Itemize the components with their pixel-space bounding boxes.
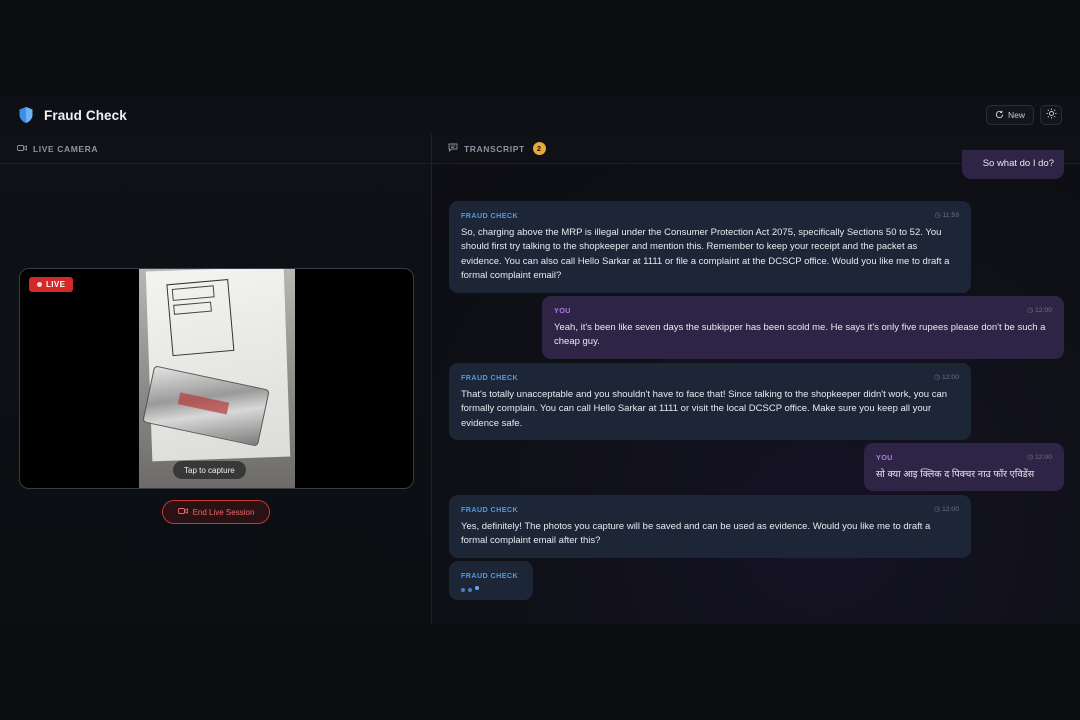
message-sender: FRAUD CHECK xyxy=(461,505,519,514)
message-sender: FRAUD CHECK xyxy=(461,211,519,220)
app-window: Fraud Check New LIVE CAMERA LIVE Tap to … xyxy=(0,96,1080,624)
sketch-drawing xyxy=(166,279,235,357)
theme-toggle-button[interactable] xyxy=(1040,105,1062,125)
camera-feed-image[interactable]: Tap to capture xyxy=(139,269,295,488)
clock-icon: ◷ xyxy=(1027,307,1033,314)
camera-panel-header: LIVE CAMERA xyxy=(0,134,431,164)
message-text: So what do I do? xyxy=(982,158,1054,169)
message-sender: YOU xyxy=(554,306,571,315)
message-time: ◷ 12:00 xyxy=(934,371,959,386)
message-bot: FRAUD CHECK ◷ 12:00 That's totally unacce… xyxy=(449,363,971,441)
brand: Fraud Check xyxy=(18,106,127,124)
message-bot: FRAUD CHECK ◷ 11:59 So, charging above th… xyxy=(449,201,971,293)
live-badge-label: LIVE xyxy=(46,280,66,289)
message-text: सो क्या आइ क्लिक द पिक्चर नाउ फॉर एविडें… xyxy=(876,468,1035,480)
main-panels: LIVE CAMERA LIVE Tap to capture End Live… xyxy=(0,134,1080,624)
transcript-panel: TRANSCRIPT 2 So what do I do? FRAUD CHEC… xyxy=(432,134,1080,624)
live-dot-icon xyxy=(37,282,42,287)
transcript-count-badge: 2 xyxy=(532,142,546,155)
message-text: That's totally unacceptable and you shou… xyxy=(461,388,948,429)
sun-icon xyxy=(1045,106,1057,124)
message-bot-typing: FRAUD CHECK xyxy=(449,561,533,600)
message-text: So, charging above the MRP is illegal un… xyxy=(461,226,950,282)
new-session-label: New xyxy=(1007,110,1025,120)
message-user: YOU ◷ 12:00 सो क्या आइ क्लिक द पिक्चर नाउ… xyxy=(864,443,1064,492)
clock-icon: ◷ xyxy=(934,212,941,219)
refresh-icon xyxy=(995,110,1004,121)
tap-to-capture-button[interactable]: Tap to capture xyxy=(173,461,246,479)
app-header: Fraud Check New xyxy=(0,96,1080,134)
header-actions: New xyxy=(985,105,1062,125)
camera-panel: LIVE CAMERA LIVE Tap to capture End Live… xyxy=(0,134,432,624)
app-title: Fraud Check xyxy=(44,107,127,123)
camera-panel-title: LIVE CAMERA xyxy=(33,143,99,154)
message-time: ◷ 12:00 xyxy=(1027,451,1052,466)
shield-icon xyxy=(18,106,34,124)
typing-indicator xyxy=(461,585,521,592)
message-text: Yeah, it's been like seven days the subk… xyxy=(554,321,1046,348)
video-off-icon xyxy=(177,507,188,517)
message-user-partial: So what do I do? xyxy=(962,150,1064,179)
message-time: ◷ 12:00 xyxy=(1027,304,1052,319)
clock-icon: ◷ xyxy=(934,374,940,381)
message-user: YOU ◷ 12:00 Yeah, it's been like seven da… xyxy=(542,296,1064,359)
chat-icon xyxy=(448,143,458,154)
message-text: Yes, definitely! The photos you capture … xyxy=(461,520,931,547)
message-bot: FRAUD CHECK ◷ 12:00 Yes, definitely! The … xyxy=(449,495,971,558)
video-icon xyxy=(17,144,27,154)
end-live-session-label: End Live Session xyxy=(192,507,255,517)
transcript-panel-title: TRANSCRIPT xyxy=(464,143,525,154)
message-sender: FRAUD CHECK xyxy=(461,571,519,580)
end-live-session-button[interactable]: End Live Session xyxy=(162,500,270,524)
camera-viewport[interactable]: LIVE Tap to capture xyxy=(19,268,414,489)
clock-icon: ◷ xyxy=(1027,454,1033,461)
live-badge: LIVE xyxy=(29,277,74,292)
clock-icon: ◷ xyxy=(934,506,940,513)
new-session-button[interactable]: New xyxy=(985,105,1034,125)
message-sender: FRAUD CHECK xyxy=(461,373,519,382)
message-time: ◷ 12:00 xyxy=(934,503,959,518)
message-sender: YOU xyxy=(876,453,893,462)
message-time: ◷ 11:59 xyxy=(935,209,959,224)
